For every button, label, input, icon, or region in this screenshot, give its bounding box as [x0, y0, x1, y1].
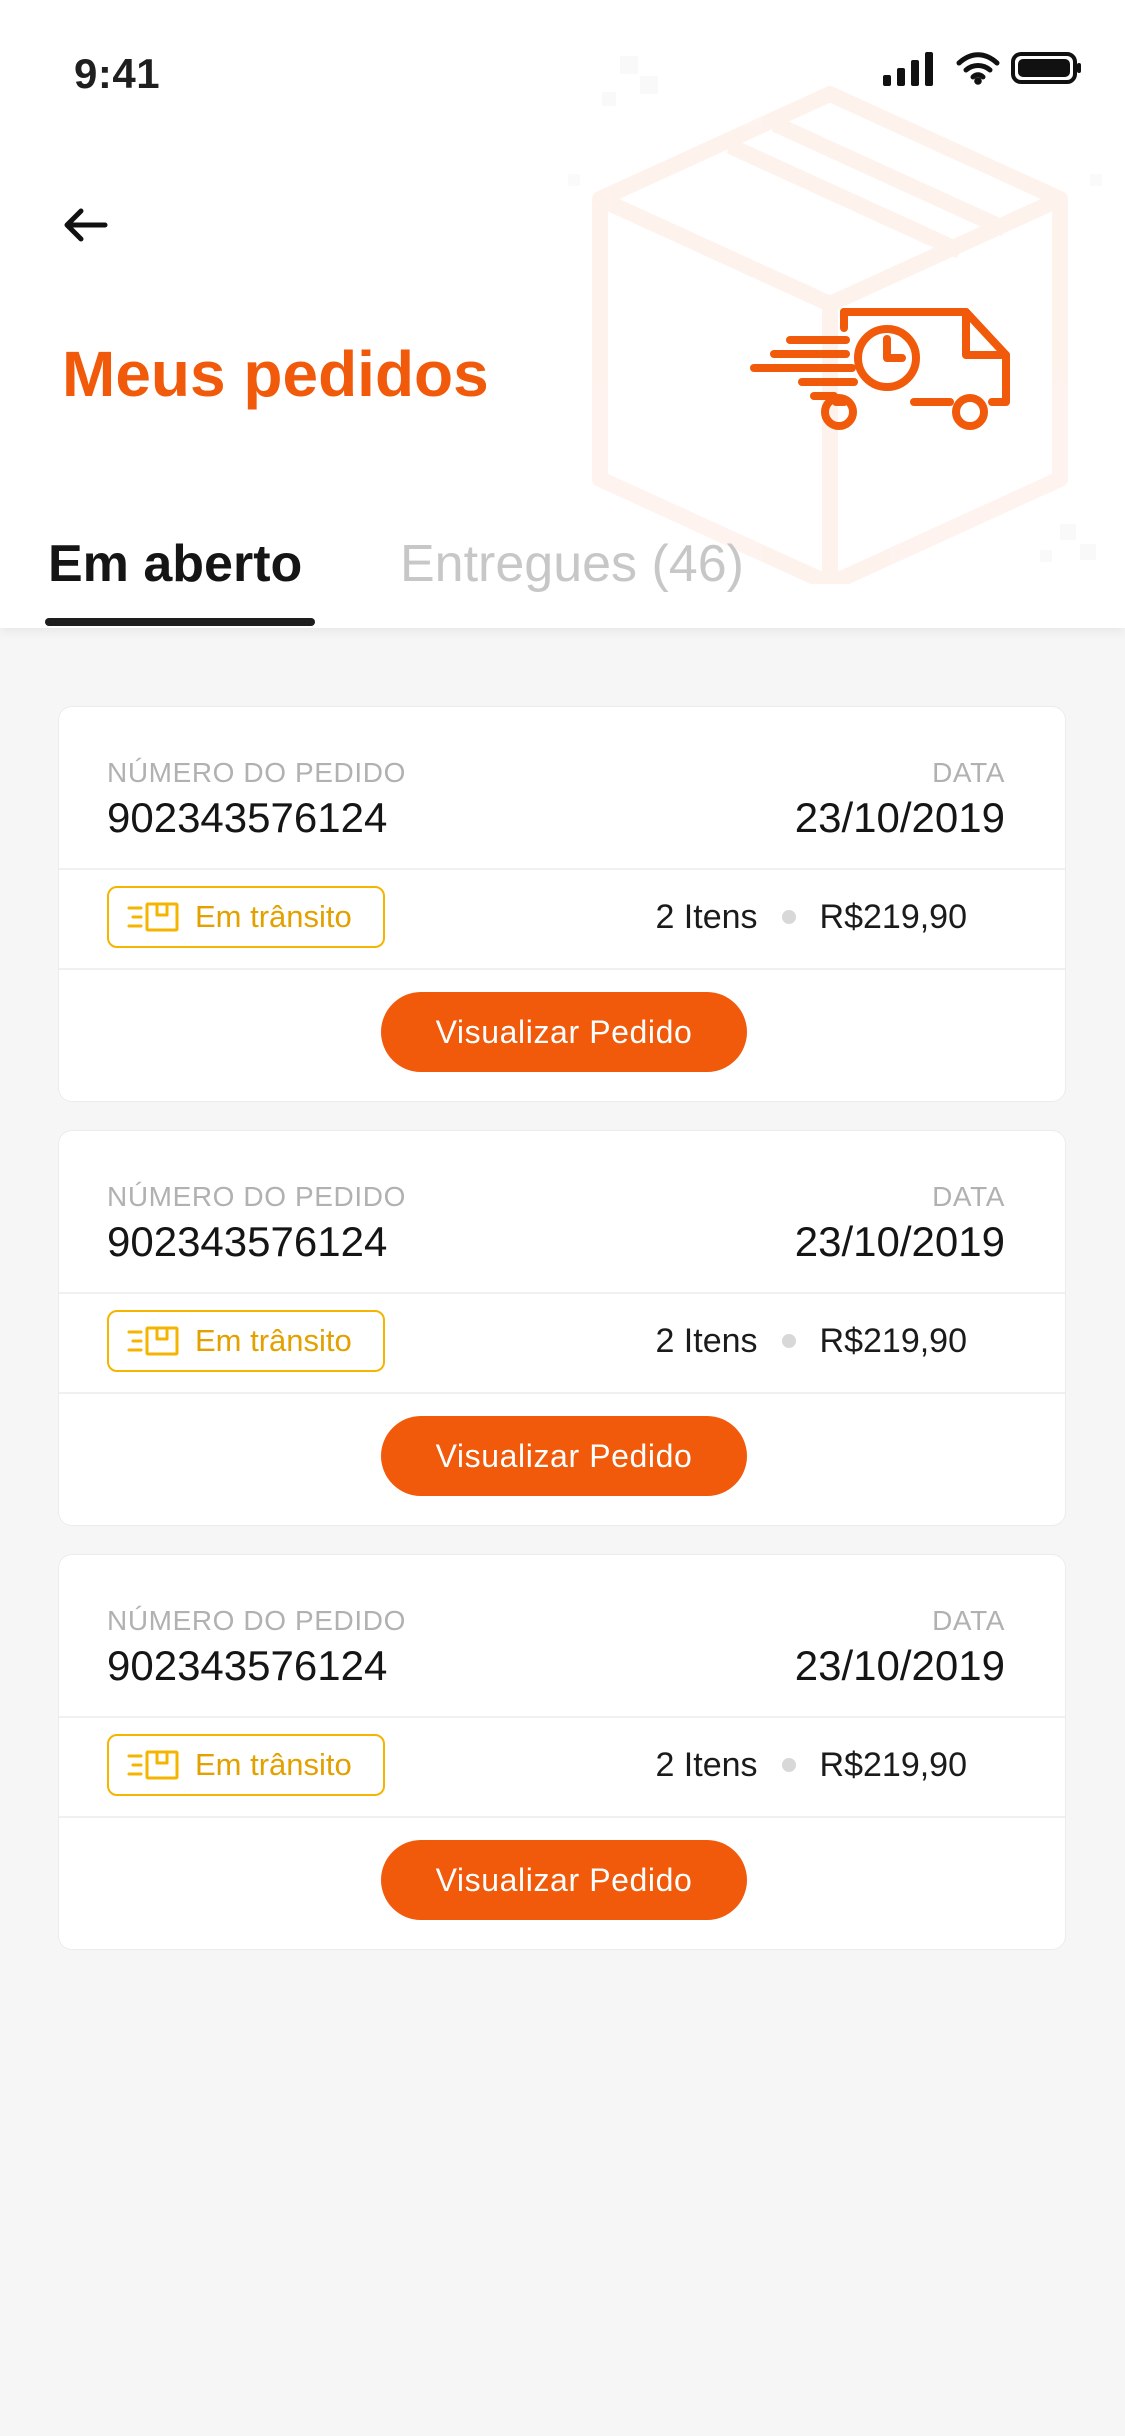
order-total: R$219,90	[819, 1322, 967, 1360]
active-tab-indicator	[45, 618, 315, 626]
order-date: 23/10/2019	[794, 794, 1005, 841]
status-text: Em trânsito	[195, 899, 352, 934]
items-count: 2 Itens	[655, 898, 758, 936]
order-card: NÚMERO DO PEDIDO 902343576124 DATA 23/10…	[58, 1554, 1066, 1950]
battery-icon	[1011, 52, 1081, 84]
status-badge: Em trânsito	[107, 1310, 385, 1372]
order-summary: 2 Itens R$219,90	[655, 1734, 967, 1796]
card-divider	[59, 1816, 1065, 1818]
wifi-icon	[956, 52, 1000, 85]
order-number-label: NÚMERO DO PEDIDO	[107, 1605, 406, 1636]
orders-list: NÚMERO DO PEDIDO 902343576124 DATA 23/10…	[58, 706, 1066, 1978]
status-time: 9:41	[74, 50, 161, 97]
order-number-label: NÚMERO DO PEDIDO	[107, 1181, 406, 1212]
order-number: 902343576124	[107, 794, 388, 841]
status-badge: Em trânsito	[107, 1734, 385, 1796]
order-total: R$219,90	[819, 898, 967, 936]
order-summary: 2 Itens R$219,90	[655, 1310, 967, 1372]
status-bar: 9:41	[0, 0, 1125, 150]
tabs: Em aberto Entregues (46)	[0, 520, 1125, 628]
package-transit-icon	[127, 1750, 179, 1780]
order-number-label: NÚMERO DO PEDIDO	[107, 757, 406, 788]
separator-dot	[781, 1758, 796, 1772]
back-arrow-icon	[64, 208, 108, 242]
separator-dot	[781, 910, 796, 924]
order-date-label: DATA	[932, 1181, 1005, 1212]
order-date: 23/10/2019	[794, 1218, 1005, 1265]
order-number: 902343576124	[107, 1218, 388, 1265]
status-badge: Em trânsito	[107, 886, 385, 948]
page-title: Meus pedidos	[62, 338, 489, 410]
status-icons	[883, 50, 1083, 90]
back-button[interactable]	[50, 190, 120, 260]
order-number: 902343576124	[107, 1642, 388, 1689]
card-divider	[59, 1716, 1065, 1718]
package-transit-icon	[127, 902, 179, 932]
card-divider	[59, 1392, 1065, 1394]
order-card: NÚMERO DO PEDIDO 902343576124 DATA 23/10…	[58, 1130, 1066, 1526]
items-count: 2 Itens	[655, 1322, 758, 1360]
order-summary: 2 Itens R$219,90	[655, 886, 967, 948]
view-order-button[interactable]: Visualizar Pedido	[381, 1416, 747, 1496]
card-divider	[59, 968, 1065, 970]
delivery-truck-icon	[750, 308, 1010, 430]
order-date-label: DATA	[932, 757, 1005, 788]
order-date: 23/10/2019	[794, 1642, 1005, 1689]
card-divider	[59, 1292, 1065, 1294]
order-total: R$219,90	[819, 1746, 967, 1784]
signal-icon	[883, 52, 933, 86]
card-divider	[59, 868, 1065, 870]
status-text: Em trânsito	[195, 1747, 352, 1782]
view-order-button[interactable]: Visualizar Pedido	[381, 992, 747, 1072]
tab-entregues[interactable]: Entregues (46)	[400, 530, 744, 598]
order-date-label: DATA	[932, 1605, 1005, 1636]
order-card: NÚMERO DO PEDIDO 902343576124 DATA 23/10…	[58, 706, 1066, 1102]
tab-em-aberto[interactable]: Em aberto	[48, 530, 302, 598]
items-count: 2 Itens	[655, 1746, 758, 1784]
header: 9:41 Meus pedidos Em aberto Entregues (4…	[0, 0, 1125, 628]
view-order-button[interactable]: Visualizar Pedido	[381, 1840, 747, 1920]
package-transit-icon	[127, 1326, 179, 1356]
separator-dot	[781, 1334, 796, 1348]
status-text: Em trânsito	[195, 1323, 352, 1358]
